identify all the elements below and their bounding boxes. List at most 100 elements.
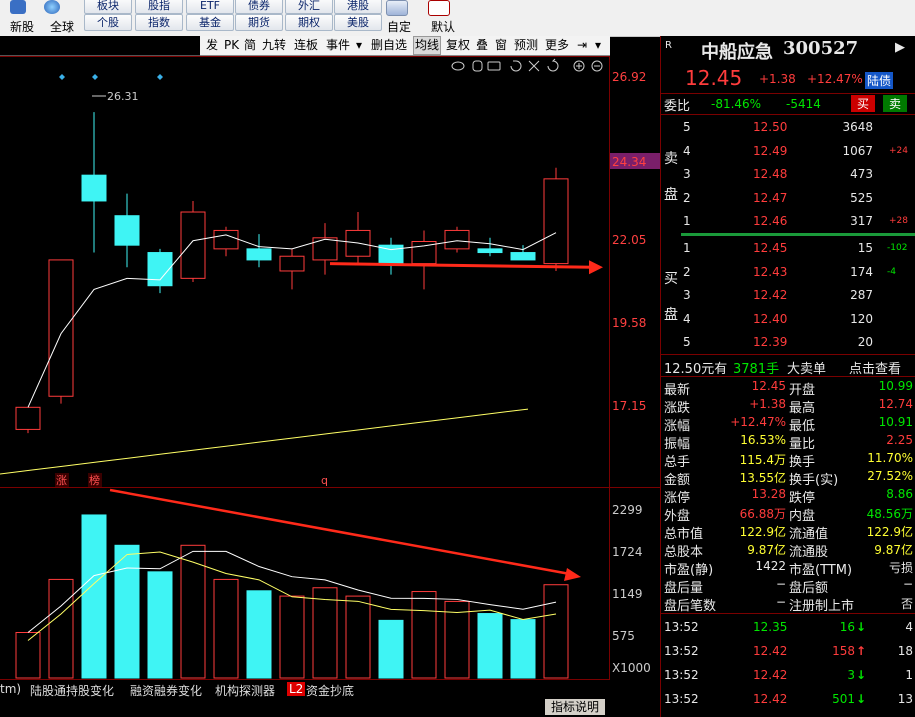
stock-expand-icon[interactable]: ▶	[895, 40, 905, 55]
ask-level: 4	[683, 143, 691, 158]
ask-change: +28	[889, 216, 908, 226]
stat-label: 盘后量	[664, 581, 704, 596]
eye-icon[interactable]	[451, 61, 465, 71]
volume-bar	[312, 587, 338, 679]
stat-label: 市盈(TTM)	[789, 563, 853, 578]
price-axis-tick: 17.15	[612, 399, 646, 413]
event-diamond[interactable]	[157, 74, 163, 80]
stat-value: 1422	[755, 559, 786, 573]
volume-bar	[114, 544, 140, 679]
volume-bar	[411, 591, 437, 679]
stat-value: 8.86	[886, 487, 913, 501]
event-diamond[interactable]	[59, 74, 65, 80]
stat-value: 9.87亿	[874, 543, 913, 557]
custom-edit-icon[interactable]	[386, 0, 408, 16]
stat-label: 涨停	[664, 491, 691, 506]
arrow-down-icon: ↓	[856, 692, 867, 706]
tb-btn-us[interactable]: 美股	[334, 14, 382, 31]
stat-value: 122.9亿	[739, 525, 786, 539]
stat-value: 122.9亿	[866, 525, 913, 539]
bid-price: 12.42	[753, 288, 788, 302]
big-order-link[interactable]: 点击查看	[849, 358, 901, 377]
tb-btn-forex[interactable]: 外汇	[285, 0, 333, 14]
volume-axis-tick: X1000	[612, 661, 651, 675]
divider	[661, 114, 915, 115]
keyboard-icon[interactable]	[487, 61, 501, 71]
tab-ttm[interactable]: tm)	[0, 682, 21, 696]
support-arrow-head	[589, 260, 603, 275]
tick-volume: 158	[832, 644, 855, 658]
new-stock-icon[interactable]	[10, 0, 26, 14]
refresh-icon[interactable]	[547, 58, 559, 72]
stock-badge: R	[665, 40, 672, 51]
big-order-amount: 3781手	[733, 362, 780, 377]
undo-icon[interactable]	[510, 60, 522, 72]
tb-btn-hk[interactable]: 港股	[334, 0, 382, 14]
quick-buy-button[interactable]: 买	[851, 95, 876, 112]
kline-chart[interactable]: 26.92 24.34 22.05 19.58 17.15 2299 1724 …	[0, 36, 660, 716]
stat-label: 总市值	[664, 527, 704, 542]
volume-bar	[543, 584, 569, 679]
marker-q[interactable]: q	[321, 474, 328, 487]
event-diamond[interactable]	[92, 74, 98, 80]
bid-level: 4	[683, 311, 691, 326]
divider	[661, 354, 915, 355]
bid-price: 12.43	[753, 264, 788, 279]
tb-btn-fund[interactable]: 基金	[186, 14, 234, 31]
ask-volume: 1067	[842, 143, 873, 158]
stat-label: 跌停	[789, 491, 816, 506]
stat-value: 亏损	[888, 561, 913, 575]
ask-level: 1	[683, 214, 691, 228]
candles	[15, 112, 569, 434]
volume-bar	[213, 578, 239, 679]
tab-l2-badge[interactable]: L2	[287, 682, 306, 696]
tb-btn-options[interactable]: 期权	[285, 14, 333, 31]
volume-bar	[246, 590, 272, 679]
stock-tag[interactable]: 陆债	[865, 72, 894, 89]
marker-bang[interactable]: 榜	[89, 473, 100, 487]
candle-body	[48, 259, 74, 397]
arrow-down-icon: ↓	[856, 668, 867, 682]
stat-label: 市盈(静)	[664, 563, 714, 578]
stat-label: 振幅	[664, 437, 691, 452]
tick-count: 1	[905, 668, 913, 682]
tb-btn-sector[interactable]: 板块	[84, 0, 132, 14]
indicator-help-button[interactable]: 指标说明	[545, 699, 605, 715]
hand-icon[interactable]	[472, 60, 483, 72]
tb-btn-stock[interactable]: 个股	[84, 14, 132, 31]
tick-time: 13:52	[664, 644, 699, 658]
stat-value: +12.47%	[730, 415, 786, 429]
ask-level: 3	[683, 167, 691, 181]
ask-volume: 473	[850, 167, 873, 181]
tb-btn-index[interactable]: 指数	[135, 14, 183, 31]
bid-level: 1	[683, 241, 691, 255]
tb-label-default[interactable]: 默认	[428, 18, 458, 35]
stat-value: −	[775, 595, 786, 609]
candle-body	[246, 248, 272, 261]
candle-body	[477, 248, 503, 254]
quick-sell-button[interactable]: 卖	[883, 95, 908, 112]
tb-label-new[interactable]: 新股	[8, 18, 36, 35]
divider	[661, 376, 915, 377]
tb-btn-futures[interactable]: 期货	[235, 14, 283, 31]
bid-level: 2	[683, 264, 691, 279]
scissors-icon[interactable]	[528, 60, 540, 72]
bid-price: 12.39	[753, 335, 788, 349]
tb-label-custom[interactable]: 自定	[384, 18, 414, 35]
globe-icon[interactable]	[44, 0, 60, 14]
stat-label: 总手	[664, 455, 691, 470]
candle-body	[444, 229, 470, 250]
tick-time: 13:52	[664, 620, 699, 634]
stock-name: 中船应急	[701, 42, 773, 63]
tb-btn-bond[interactable]: 债券	[235, 0, 283, 14]
tick-price: 12.35	[753, 620, 788, 634]
tb-label-global[interactable]: 全球	[48, 18, 76, 35]
volume-bar	[147, 571, 173, 679]
marker-zhang[interactable]: 涨	[56, 474, 67, 487]
tb-btn-etf[interactable]: ETF	[186, 0, 234, 14]
stat-value: 115.4万	[739, 453, 786, 467]
volume-bar	[81, 514, 107, 679]
bid-level: 3	[683, 288, 691, 302]
tb-btn-index-stock[interactable]: 股指	[135, 0, 183, 14]
home-icon[interactable]	[428, 0, 450, 16]
